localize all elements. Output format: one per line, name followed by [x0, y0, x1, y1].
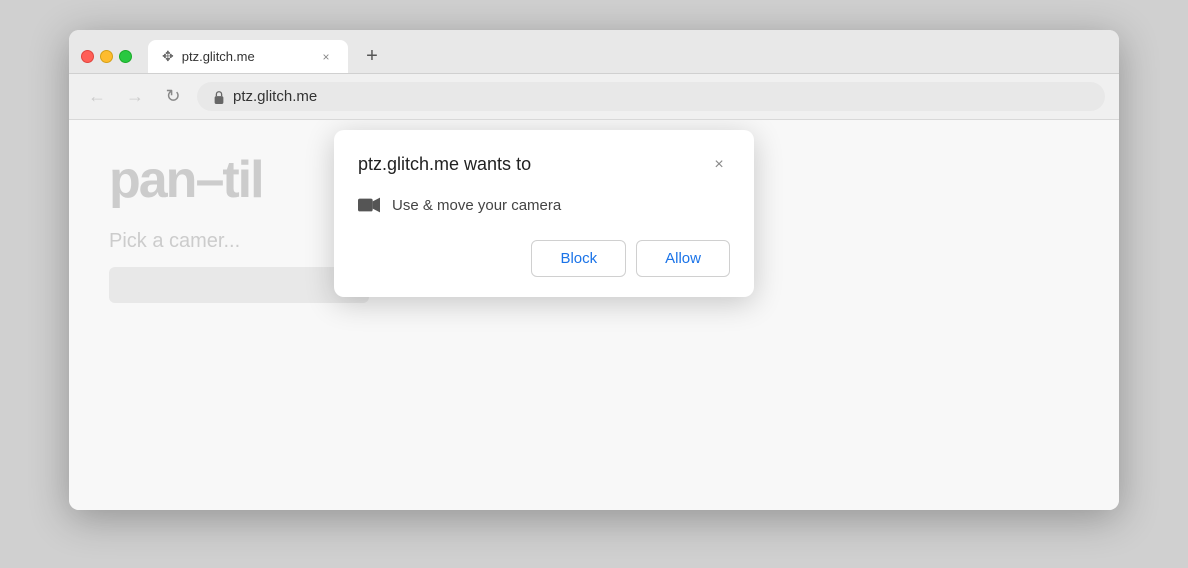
- lock-icon: [211, 89, 227, 105]
- tab-title: ptz.glitch.me: [182, 49, 310, 64]
- browser-tab[interactable]: ✥ ptz.glitch.me ×: [148, 40, 348, 73]
- permission-popup: ptz.glitch.me wants to × Use & move your…: [334, 130, 754, 297]
- forward-button[interactable]: →: [121, 83, 149, 111]
- browser-window: ✥ ptz.glitch.me × + ← → ↻ ptz.glitch.me …: [69, 30, 1119, 510]
- title-bar: ✥ ptz.glitch.me × +: [69, 30, 1119, 74]
- popup-header: ptz.glitch.me wants to ×: [358, 154, 730, 176]
- tab-drag-icon: ✥: [162, 48, 174, 65]
- popup-permission-row: Use & move your camera: [358, 194, 730, 216]
- block-button[interactable]: Block: [531, 240, 626, 277]
- minimize-button[interactable]: [100, 50, 113, 63]
- traffic-lights: [81, 50, 132, 63]
- reload-button[interactable]: ↻: [159, 83, 187, 111]
- address-bar[interactable]: ptz.glitch.me: [197, 82, 1105, 111]
- tab-close-icon[interactable]: ×: [318, 49, 334, 65]
- back-button[interactable]: ←: [83, 83, 111, 111]
- new-tab-button[interactable]: +: [358, 43, 386, 71]
- camera-icon: [358, 194, 380, 216]
- popup-close-button[interactable]: ×: [708, 154, 730, 176]
- permission-text: Use & move your camera: [392, 197, 561, 214]
- popup-title: ptz.glitch.me wants to: [358, 154, 531, 175]
- close-button[interactable]: [81, 50, 94, 63]
- popup-actions: Block Allow: [358, 240, 730, 277]
- popup-overlay: ptz.glitch.me wants to × Use & move your…: [69, 120, 1119, 510]
- allow-button[interactable]: Allow: [636, 240, 730, 277]
- nav-bar: ← → ↻ ptz.glitch.me: [69, 74, 1119, 120]
- address-text: ptz.glitch.me: [233, 88, 317, 105]
- page-content: pan–til Pick a camer... ptz.glitch.me wa…: [69, 120, 1119, 510]
- maximize-button[interactable]: [119, 50, 132, 63]
